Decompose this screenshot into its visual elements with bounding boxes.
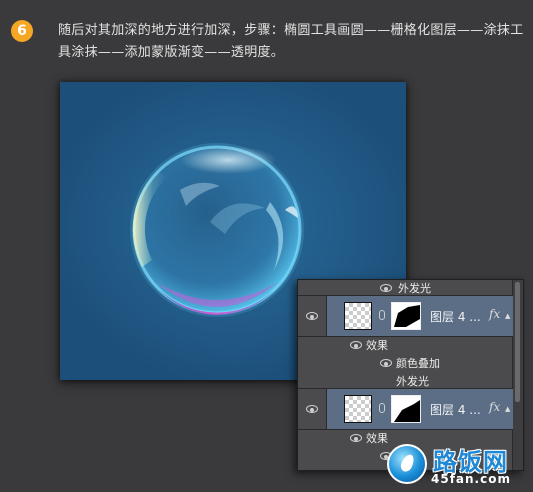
- step-number-badge: 6: [11, 20, 33, 42]
- expand-arrow-icon[interactable]: ▲: [505, 405, 510, 413]
- expand-arrow-icon[interactable]: ▲: [505, 312, 510, 320]
- layer-thumbnail[interactable]: [344, 395, 372, 423]
- effects-row-1[interactable]: 效果: [298, 336, 513, 354]
- visibility-eye-icon[interactable]: [350, 434, 362, 442]
- mask-shape-icon: [394, 400, 420, 422]
- layer-name[interactable]: 图层 4 ...: [430, 308, 481, 325]
- layer-row-1[interactable]: 图层 4 ... fx ▲: [298, 295, 513, 337]
- visibility-eye-icon[interactable]: [306, 312, 318, 320]
- scroll-thumb[interactable]: [515, 282, 520, 402]
- watermark-logo-icon: [387, 444, 427, 484]
- layer-row-2[interactable]: 图层 4 ... fx ▲: [298, 388, 513, 430]
- link-chain-icon[interactable]: [379, 403, 385, 413]
- fx-icon[interactable]: fx: [489, 307, 500, 321]
- site-watermark: 路饭网 45fan.com: [385, 442, 530, 490]
- instruction-text: 随后对其加深的地方进行加深，步骤：椭圆工具画圆——栅格化图层——涂抹工具涂抹——…: [58, 23, 524, 60]
- visibility-eye-icon[interactable]: [380, 359, 392, 367]
- mask-shape-icon: [394, 305, 420, 327]
- effect-label: 外发光: [396, 375, 429, 388]
- layer-visibility-cell[interactable]: [298, 296, 327, 336]
- layer-mask-thumbnail[interactable]: [391, 395, 421, 423]
- visibility-eye-icon[interactable]: [380, 284, 392, 292]
- effect-label: 外发光: [398, 282, 431, 295]
- effect-label: 颜色叠加: [396, 357, 440, 370]
- effect-row-color-overlay[interactable]: 颜色叠加: [298, 354, 513, 372]
- watermark-url-text: 45fan.com: [431, 472, 511, 486]
- layer-visibility-cell[interactable]: [298, 389, 327, 429]
- visibility-eye-icon[interactable]: [350, 341, 362, 349]
- effect-row-outer-glow-top[interactable]: 外发光: [298, 280, 513, 296]
- layer-thumbnail[interactable]: [344, 302, 372, 330]
- fx-icon[interactable]: fx: [489, 400, 500, 414]
- link-chain-icon[interactable]: [379, 310, 385, 320]
- effects-label: 效果: [366, 339, 388, 352]
- visibility-eye-icon[interactable]: [306, 405, 318, 413]
- layer-name[interactable]: 图层 4 ...: [430, 401, 481, 418]
- layer-mask-thumbnail[interactable]: [391, 302, 421, 330]
